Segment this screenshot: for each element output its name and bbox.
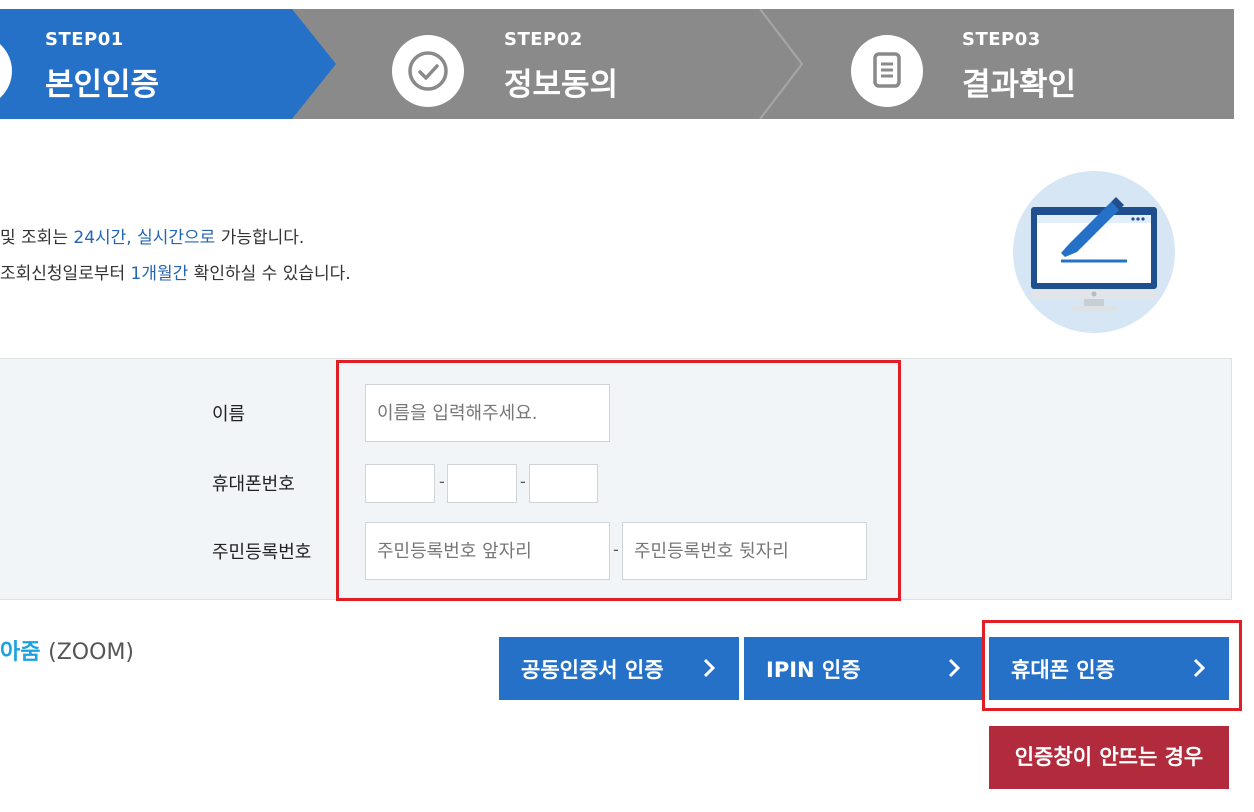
info-highlight: 1개월간 — [130, 264, 189, 284]
zoom-brand: 아줌 (ZOOM) — [0, 634, 134, 666]
step1-title: 본인인증 — [45, 67, 160, 103]
document-icon — [851, 35, 923, 107]
info-highlight: 24시간, 실시간으로 — [73, 228, 216, 248]
rrn-label: 주민등록번호 — [212, 542, 312, 563]
form-highlight-box — [336, 360, 901, 601]
phone-auth-highlight-box — [982, 620, 1242, 711]
zoom-brand-name: 아줌 — [0, 640, 41, 665]
chevron-right-icon — [703, 658, 716, 678]
cert-auth-label: 공동인증서 인증 — [521, 657, 664, 682]
step-progress-bar: STEP01 본인인증 STEP02 정보동의 STEP03 결과확인 — [0, 9, 1234, 119]
ipin-auth-label: IPIN 인증 — [766, 657, 861, 682]
step1-number: STEP01 — [45, 29, 124, 50]
step2-number: STEP02 — [504, 29, 583, 50]
phone-label: 휴대폰번호 — [212, 474, 295, 495]
cert-auth-button[interactable]: 공동인증서 인증 — [499, 637, 739, 700]
info-text: 확인하실 수 있습니다. — [188, 264, 351, 284]
step3-number: STEP03 — [962, 29, 1041, 50]
info-line-2: 조회신청일로부터 1개월간 확인하실 수 있습니다. — [0, 259, 351, 284]
name-label: 이름 — [212, 404, 246, 425]
step-divider-chevron — [759, 9, 804, 119]
step2-title: 정보동의 — [504, 67, 619, 103]
info-text: 가능합니다. — [215, 228, 305, 248]
info-text: 및 조회는 — [0, 228, 74, 248]
auth-window-help-button[interactable]: 인증창이 안뜨는 경우 — [989, 726, 1229, 789]
check-circle-icon — [392, 35, 464, 107]
zoom-brand-suffix: (ZOOM) — [48, 640, 135, 665]
monitor-illustration — [1013, 171, 1175, 333]
info-text: 조회신청일로부터 — [0, 264, 131, 284]
ipin-auth-button[interactable]: IPIN 인증 — [744, 637, 984, 700]
step3-title: 결과확인 — [962, 67, 1077, 103]
chevron-right-icon — [948, 658, 961, 678]
info-line-1: 및 조회는 24시간, 실시간으로 가능합니다. — [0, 223, 304, 248]
